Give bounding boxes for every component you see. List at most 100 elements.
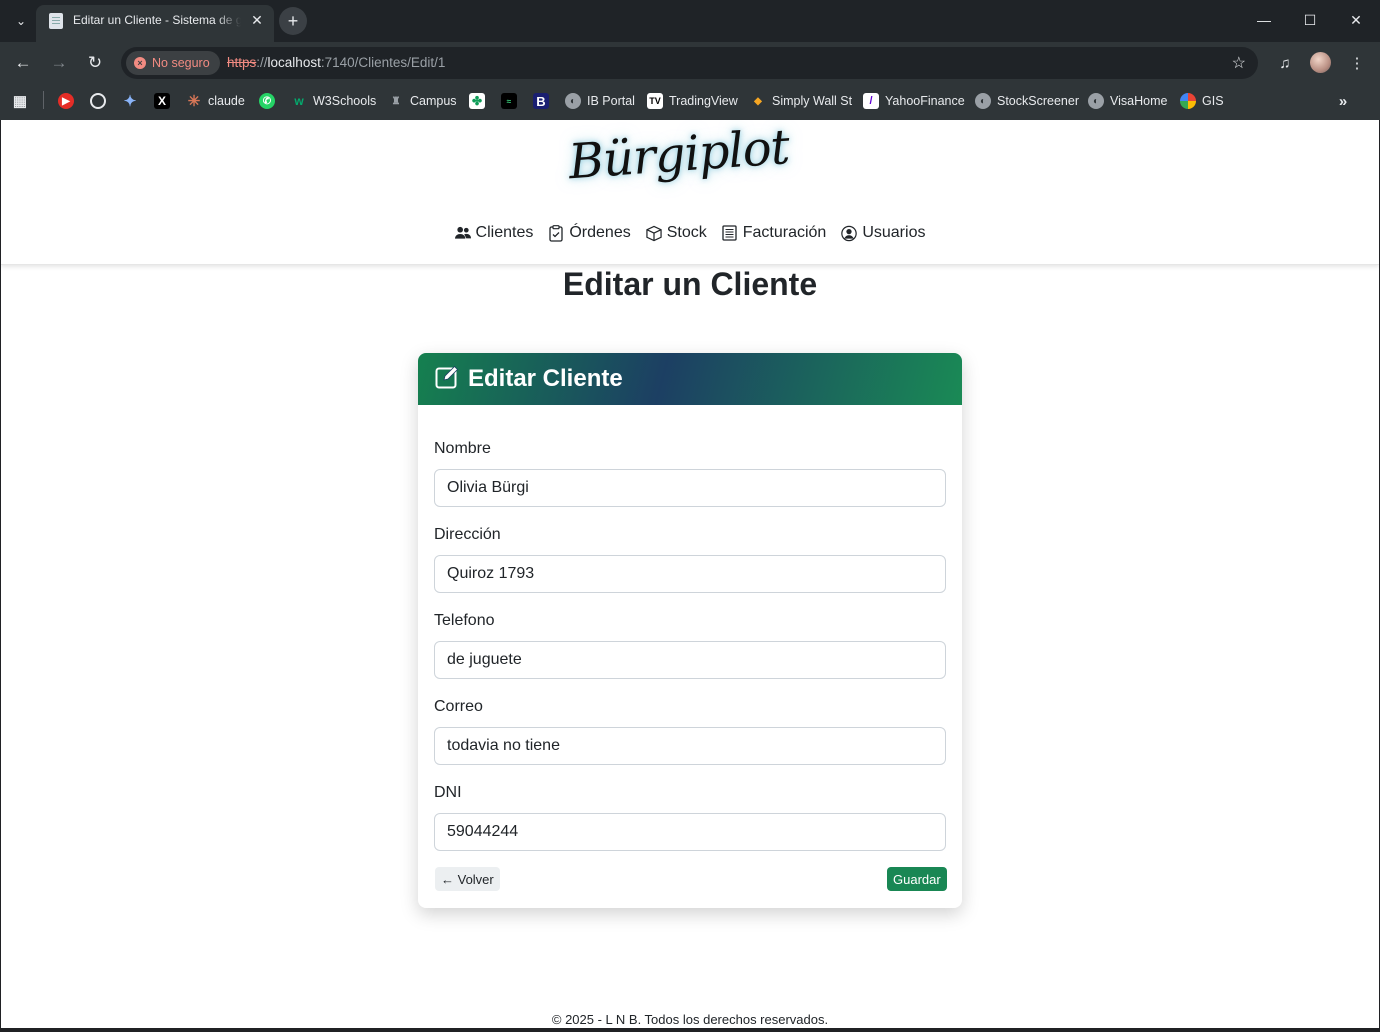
nav-label: Clientes xyxy=(475,224,534,241)
page-title: Editar un Cliente xyxy=(562,266,818,302)
x-icon: X xyxy=(154,93,170,109)
maximize-icon[interactable]: ☐ xyxy=(1295,8,1325,32)
window-close-icon[interactable]: ✕ xyxy=(1341,8,1371,32)
reload-icon[interactable]: ↻ xyxy=(82,50,108,76)
bookmark-visahome[interactable]: ◐ VisaHome xyxy=(1088,91,1167,111)
nav-ordenes[interactable]: Órdenes xyxy=(548,224,631,242)
box-icon xyxy=(646,225,662,241)
b-icon: B xyxy=(533,93,549,109)
nav-stock[interactable]: Stock xyxy=(646,224,707,242)
nav-label: Órdenes xyxy=(569,224,631,241)
yahoo-icon: / xyxy=(863,93,879,109)
bookmark-b[interactable]: B xyxy=(533,91,549,111)
edit-pencil-icon xyxy=(435,365,459,394)
green-app-icon: ✤ xyxy=(469,93,485,109)
user-circle-icon xyxy=(841,225,858,241)
nav-label: Usuarios xyxy=(862,224,926,241)
tab-close-icon[interactable]: ✕ xyxy=(248,11,266,29)
direccion-input[interactable] xyxy=(434,555,946,593)
bookmark-label: Simply Wall St xyxy=(772,94,853,108)
edit-client-form: Editar Cliente Nombre Dirección Telefono… xyxy=(418,353,962,908)
card-title: Editar Cliente xyxy=(468,365,623,392)
tab-title: Editar un Cliente - Sistema de g xyxy=(73,13,241,27)
clipboard-check-icon xyxy=(548,224,564,242)
minimize-icon[interactable]: — xyxy=(1249,8,1279,32)
url-host: localhost xyxy=(267,55,321,70)
bookmark-gis[interactable]: GIS xyxy=(1180,91,1224,111)
bookmark-claude[interactable]: ✳ claude xyxy=(186,91,245,111)
w3schools-icon: w xyxy=(294,94,304,108)
nombre-input[interactable] xyxy=(434,469,946,507)
more-bookmarks-chevron-icon[interactable]: » xyxy=(1335,91,1351,111)
security-chip[interactable]: × No seguro xyxy=(126,51,220,75)
not-secure-icon: × xyxy=(134,57,146,69)
dni-label: DNI xyxy=(434,784,462,801)
whatsapp-icon: ✆ xyxy=(259,93,275,109)
gis-icon xyxy=(1180,93,1196,109)
site-logo[interactable]: Bürgiplot xyxy=(567,120,811,204)
bookmark-chatgpt[interactable] xyxy=(90,91,106,111)
bookmark-gemini[interactable]: ✦ xyxy=(122,91,138,111)
back-button[interactable]: ← Volver xyxy=(435,867,500,891)
nombre-label: Nombre xyxy=(434,440,491,457)
bookmark-label: VisaHome xyxy=(1110,94,1168,108)
bookmark-label: GIS xyxy=(1202,94,1224,108)
bookmark-terminal[interactable]: ≈ xyxy=(501,91,517,111)
bookmark-simply-wall-st[interactable]: ◆ Simply Wall St xyxy=(750,91,852,111)
bookmark-campus[interactable]: ♜ Campus xyxy=(388,91,457,111)
bookmark-label: Campus xyxy=(410,94,457,108)
bookmarks-bar: ▦ ▶ ✦ X ✳ claude ✆ w W3Schools ♜ Campus ✤ ≈… xyxy=(0,83,1380,120)
save-button[interactable]: Guardar xyxy=(887,867,947,891)
url-path: :7140/Clientes/Edit/1 xyxy=(320,55,446,70)
bookmark-star-icon[interactable]: ☆ xyxy=(1232,53,1246,73)
bookmark-green-app[interactable]: ✤ xyxy=(469,91,485,111)
bookmark-stockscreener[interactable]: ◐ StockScreener xyxy=(975,91,1079,111)
bookmark-youtube-music[interactable]: ▶ xyxy=(58,91,74,111)
nav-clientes[interactable]: Clientes xyxy=(454,224,534,242)
bookmark-x[interactable]: X xyxy=(154,91,170,111)
url-separator: :// xyxy=(256,55,268,70)
claude-icon: ✳ xyxy=(187,93,201,110)
bookmark-label: claude xyxy=(208,94,245,108)
youtube-music-icon: ▶ xyxy=(58,93,74,109)
address-bar[interactable]: × No seguro https://localhost:7140/Clien… xyxy=(121,47,1258,79)
telefono-input[interactable] xyxy=(434,641,946,679)
bookmark-ib-portal[interactable]: ◐ IB Portal xyxy=(565,91,635,111)
bookmark-yahoo-finance[interactable]: / YahooFinance xyxy=(863,91,965,111)
forward-arrow-icon[interactable]: → xyxy=(46,50,72,76)
browser-tab-active[interactable]: Editar un Cliente - Sistema de g ✕ xyxy=(36,5,274,42)
dni-input[interactable] xyxy=(434,813,946,851)
profile-avatar[interactable] xyxy=(1310,52,1331,73)
security-label: No seguro xyxy=(152,56,210,70)
menu-kebab-icon[interactable]: ⋮ xyxy=(1345,51,1369,75)
terminal-icon: ≈ xyxy=(501,93,517,109)
bookmark-label: IB Portal xyxy=(587,94,635,108)
correo-input[interactable] xyxy=(434,727,946,765)
chatgpt-icon xyxy=(90,93,106,109)
card-header: Editar Cliente xyxy=(418,353,962,405)
nav-label: Facturación xyxy=(742,224,827,241)
bookmark-label: W3Schools xyxy=(313,94,377,108)
bookmark-label: YahooFinance xyxy=(885,94,965,108)
simplywallst-icon: ◆ xyxy=(754,95,762,107)
tab-search-chevron-icon[interactable]: ⌄ xyxy=(10,10,32,32)
site-footer: © 2025 - L N B. Todos los derechos reser… xyxy=(551,1012,829,1027)
site-header: Bürgiplot Clientes Órdenes Stock Factura… xyxy=(1,120,1379,265)
main-nav: Clientes Órdenes Stock Facturación Usuar… xyxy=(1,224,1379,242)
new-tab-button[interactable]: + xyxy=(279,7,307,35)
gemini-icon: ✦ xyxy=(123,93,137,110)
bookmark-w3schools[interactable]: w W3Schools xyxy=(291,91,376,111)
nav-usuarios[interactable]: Usuarios xyxy=(841,224,925,242)
globe-icon: ◐ xyxy=(975,93,991,109)
url-scheme: https xyxy=(227,55,257,70)
bookmark-whatsapp[interactable]: ✆ xyxy=(259,91,275,111)
nav-label: Stock xyxy=(666,224,707,241)
apps-grid-icon[interactable]: ▦ xyxy=(12,91,28,111)
browser-tabbar: ⌄ Editar un Cliente - Sistema de g ✕ + —… xyxy=(0,0,1380,42)
users-icon xyxy=(454,225,471,241)
media-controls-icon[interactable]: ♫ xyxy=(1273,51,1297,75)
url-text[interactable]: https://localhost:7140/Clientes/Edit/1 xyxy=(227,55,445,70)
bookmark-tradingview[interactable]: TV TradingView xyxy=(647,91,738,111)
nav-facturacion[interactable]: Facturación xyxy=(722,224,827,242)
back-arrow-icon[interactable]: ← xyxy=(10,50,36,76)
